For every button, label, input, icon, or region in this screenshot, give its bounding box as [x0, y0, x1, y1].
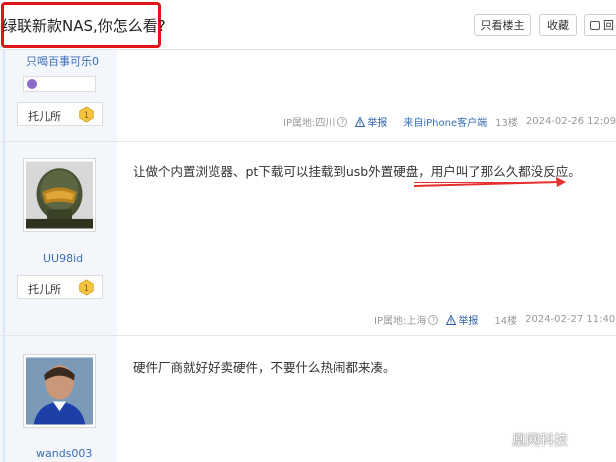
post-time: 2024-02-27 11:40 [525, 314, 616, 325]
post14-rank: 托儿所 1 [17, 275, 103, 299]
warning-icon [355, 116, 366, 127]
floor-number: 14楼 [494, 316, 518, 327]
help-icon[interactable]: ? [428, 314, 439, 325]
report-link[interactable]: 举报 [355, 114, 395, 129]
post13-username[interactable]: 只喝百事可乐0 [26, 53, 99, 69]
post14-meta: IP属地:上海 ? 举报 14楼 2024-02-27 11:40 回 [374, 312, 616, 327]
floor-number: 13楼 [495, 118, 518, 129]
favorite-button[interactable]: 收藏 [539, 14, 577, 36]
thread-title: 绿联新款NAS,你怎么看? [2, 17, 166, 35]
rank-badge-icon: 1 [79, 279, 94, 296]
reply-button[interactable]: 回 [584, 14, 616, 36]
post-divider [0, 335, 616, 336]
ip-location: IP属地:四川 [283, 118, 336, 129]
rank-label: 托儿所 [28, 110, 61, 123]
watermark-logo-icon [492, 432, 508, 448]
watermark-text: 凰网科技 [512, 433, 568, 449]
warning-icon [446, 314, 457, 325]
client-link[interactable]: 来自iPhone客户端 [403, 114, 487, 129]
post15-avatar[interactable] [23, 354, 96, 428]
report-label: 举报 [367, 118, 388, 129]
post14-username[interactable]: UU98id [43, 252, 83, 265]
post13-rank: 托儿所 1 [17, 102, 103, 126]
avatar-image [26, 357, 93, 425]
only-op-button[interactable]: 只看楼主 [474, 14, 531, 36]
reply-button-label: 回 [603, 19, 614, 32]
report-label: 举报 [458, 316, 479, 327]
avatar-image [26, 161, 93, 229]
reply-icon [590, 20, 600, 30]
watermark: 凰网科技 [492, 430, 568, 450]
svg-text:1: 1 [84, 284, 89, 294]
thread-header: 绿联新款NAS,你怎么看? 只看楼主 收藏 回 [0, 0, 616, 50]
svg-text:1: 1 [84, 111, 89, 121]
annotation-arrow-icon [414, 177, 566, 187]
post13-medal-box [23, 76, 96, 92]
post13-meta: IP属地:四川 ? 举报 来自iPhone客户端 13楼 2024-02-26 … [283, 114, 616, 129]
post14-avatar[interactable] [23, 158, 96, 232]
post-divider [0, 141, 616, 142]
post15-username[interactable]: wands003 [36, 447, 92, 460]
sidebar-accent-line [3, 50, 5, 462]
help-icon[interactable]: ? [337, 116, 348, 127]
report-link[interactable]: 举报 [446, 312, 486, 327]
ip-location: IP属地:上海 [374, 316, 427, 327]
post15-content: 硬件厂商就好好卖硬件，不要什么热闹都来凑。 [133, 360, 396, 375]
rank-badge-icon: 1 [79, 106, 94, 123]
post-time: 2024-02-26 12:09 [525, 116, 616, 127]
rank-label: 托儿所 [28, 283, 61, 296]
medal-icon [27, 79, 37, 89]
